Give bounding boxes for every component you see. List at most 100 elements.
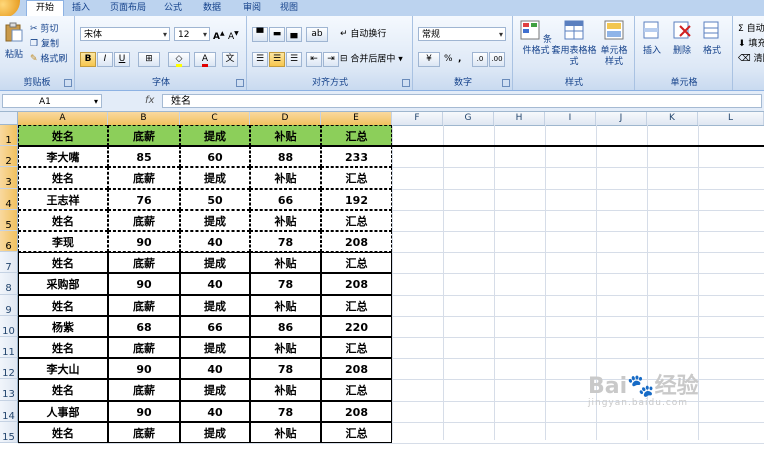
table-cell[interactable]: 208 bbox=[321, 273, 392, 295]
table-cell[interactable]: 85 bbox=[108, 146, 180, 168]
font-size-combo[interactable]: 12 ▾ bbox=[174, 27, 210, 41]
table-cell[interactable]: 补贴 bbox=[250, 337, 321, 359]
row-header[interactable]: 4 bbox=[0, 188, 18, 210]
table-cell[interactable]: 220 bbox=[321, 315, 392, 337]
percent-button[interactable]: % bbox=[444, 52, 453, 66]
tab-home[interactable]: 开始 bbox=[26, 0, 64, 17]
table-cell[interactable]: 底薪 bbox=[108, 209, 180, 231]
column-header-c[interactable]: C bbox=[180, 112, 250, 125]
align-center-button[interactable]: ☰ bbox=[269, 52, 285, 67]
font-name-combo[interactable]: 宋体 ▾ bbox=[80, 27, 170, 41]
row-header[interactable]: 13 bbox=[0, 379, 18, 401]
table-cell[interactable]: 人事部 bbox=[18, 400, 108, 422]
table-cell[interactable]: 208 bbox=[321, 400, 392, 422]
column-header-a[interactable]: A bbox=[18, 112, 108, 125]
insert-cells-button[interactable]: 插入 bbox=[638, 20, 666, 57]
clipboard-launcher-icon[interactable] bbox=[64, 79, 72, 87]
format-as-table-button[interactable]: 套用表格格式 bbox=[551, 20, 597, 68]
tab-page-layout[interactable]: 页面布局 bbox=[104, 1, 152, 16]
paste-button[interactable]: 粘贴 bbox=[2, 20, 26, 61]
table-cell[interactable]: 姓名 bbox=[18, 167, 108, 189]
cell-styles-button[interactable]: 单元格样式 bbox=[596, 20, 632, 68]
bold-button[interactable]: B bbox=[80, 52, 96, 67]
table-cell[interactable]: 60 bbox=[180, 146, 250, 168]
table-cell[interactable]: 40 bbox=[180, 358, 250, 380]
header-cell[interactable]: 提成 bbox=[180, 125, 250, 147]
underline-button[interactable]: U bbox=[114, 52, 130, 67]
header-cell[interactable]: 底薪 bbox=[108, 125, 180, 147]
align-bottom-button[interactable]: ▄ bbox=[286, 27, 302, 42]
table-cell[interactable]: 208 bbox=[321, 358, 392, 380]
table-cell[interactable]: 78 bbox=[250, 273, 321, 295]
table-cell[interactable]: 68 bbox=[108, 315, 180, 337]
autosum-button[interactable]: Σ 自动 bbox=[738, 22, 764, 36]
merge-center-button[interactable]: ⊟ 合并后居中 ▾ bbox=[340, 52, 403, 66]
table-cell[interactable]: 汇总 bbox=[321, 209, 392, 231]
table-cell[interactable]: 姓名 bbox=[18, 294, 108, 316]
row-header[interactable]: 11 bbox=[0, 337, 18, 359]
formula-input[interactable]: 姓名 bbox=[162, 94, 762, 108]
header-cell[interactable]: 补贴 bbox=[250, 125, 321, 147]
column-header-e[interactable]: E bbox=[321, 112, 392, 125]
table-cell[interactable]: 88 bbox=[250, 146, 321, 168]
table-cell[interactable]: 50 bbox=[180, 188, 250, 210]
table-cell[interactable]: 姓名 bbox=[18, 209, 108, 231]
table-cell[interactable]: 李大嘴 bbox=[18, 146, 108, 168]
table-cell[interactable]: 王志祥 bbox=[18, 188, 108, 210]
table-cell[interactable]: 底薪 bbox=[108, 337, 180, 359]
tab-view[interactable]: 视图 bbox=[274, 1, 304, 16]
currency-button[interactable]: ¥ bbox=[418, 52, 440, 67]
table-cell[interactable]: 底薪 bbox=[108, 294, 180, 316]
row-header[interactable]: 7 bbox=[0, 252, 18, 274]
row-header[interactable]: 14 bbox=[0, 400, 18, 422]
table-cell[interactable]: 提成 bbox=[180, 167, 250, 189]
number-launcher-icon[interactable] bbox=[502, 79, 510, 87]
italic-button[interactable]: I bbox=[97, 52, 113, 67]
column-header-i[interactable]: I bbox=[545, 112, 596, 125]
header-cell[interactable]: 姓名 bbox=[18, 125, 108, 147]
table-cell[interactable]: 提成 bbox=[180, 379, 250, 401]
table-cell[interactable]: 40 bbox=[180, 400, 250, 422]
column-header-b[interactable]: B bbox=[108, 112, 180, 125]
table-cell[interactable]: 姓名 bbox=[18, 337, 108, 359]
table-cell[interactable]: 78 bbox=[250, 400, 321, 422]
row-header[interactable]: 2 bbox=[0, 146, 18, 168]
fill-button[interactable]: ⬇ 填充 bbox=[738, 37, 764, 51]
table-cell[interactable]: 补贴 bbox=[250, 294, 321, 316]
table-cell[interactable]: 66 bbox=[250, 188, 321, 210]
align-left-button[interactable]: ☰ bbox=[252, 52, 268, 67]
table-cell[interactable]: 40 bbox=[180, 231, 250, 253]
table-cell[interactable]: 补贴 bbox=[250, 209, 321, 231]
table-cell[interactable]: 78 bbox=[250, 358, 321, 380]
table-cell[interactable]: 底薪 bbox=[108, 167, 180, 189]
table-cell[interactable]: 提成 bbox=[180, 294, 250, 316]
row-header[interactable]: 8 bbox=[0, 273, 18, 295]
table-cell[interactable]: 66 bbox=[180, 315, 250, 337]
row-header[interactable]: 9 bbox=[0, 294, 18, 316]
table-cell[interactable]: 采购部 bbox=[18, 273, 108, 295]
row-header[interactable]: 5 bbox=[0, 209, 18, 231]
header-cell[interactable]: 汇总 bbox=[321, 125, 392, 147]
row-header[interactable]: 3 bbox=[0, 167, 18, 189]
font-launcher-icon[interactable] bbox=[236, 79, 244, 87]
row-header[interactable]: 10 bbox=[0, 315, 18, 337]
table-cell[interactable]: 提成 bbox=[180, 209, 250, 231]
align-middle-button[interactable]: ▬ bbox=[269, 27, 285, 42]
orientation-button[interactable]: ab bbox=[306, 27, 328, 42]
table-cell[interactable]: 86 bbox=[250, 315, 321, 337]
name-box[interactable]: A1 ▾ bbox=[2, 94, 102, 108]
table-cell[interactable]: 底薪 bbox=[108, 379, 180, 401]
increase-indent-button[interactable]: ⇥ bbox=[323, 52, 339, 67]
table-cell[interactable]: 90 bbox=[108, 358, 180, 380]
tab-formulas[interactable]: 公式 bbox=[158, 1, 188, 16]
table-cell[interactable]: 提成 bbox=[180, 337, 250, 359]
column-header-l[interactable]: L bbox=[698, 112, 764, 125]
border-button[interactable]: ⊞ bbox=[138, 52, 160, 67]
phonetic-button[interactable]: 文 bbox=[222, 52, 238, 67]
table-cell[interactable]: 汇总 bbox=[321, 294, 392, 316]
column-header-f[interactable]: F bbox=[392, 112, 443, 125]
wrap-text-button[interactable]: ↵ 自动换行 bbox=[340, 27, 386, 41]
row-header[interactable]: 12 bbox=[0, 358, 18, 380]
column-header-h[interactable]: H bbox=[494, 112, 545, 125]
table-cell[interactable]: 李现 bbox=[18, 231, 108, 253]
